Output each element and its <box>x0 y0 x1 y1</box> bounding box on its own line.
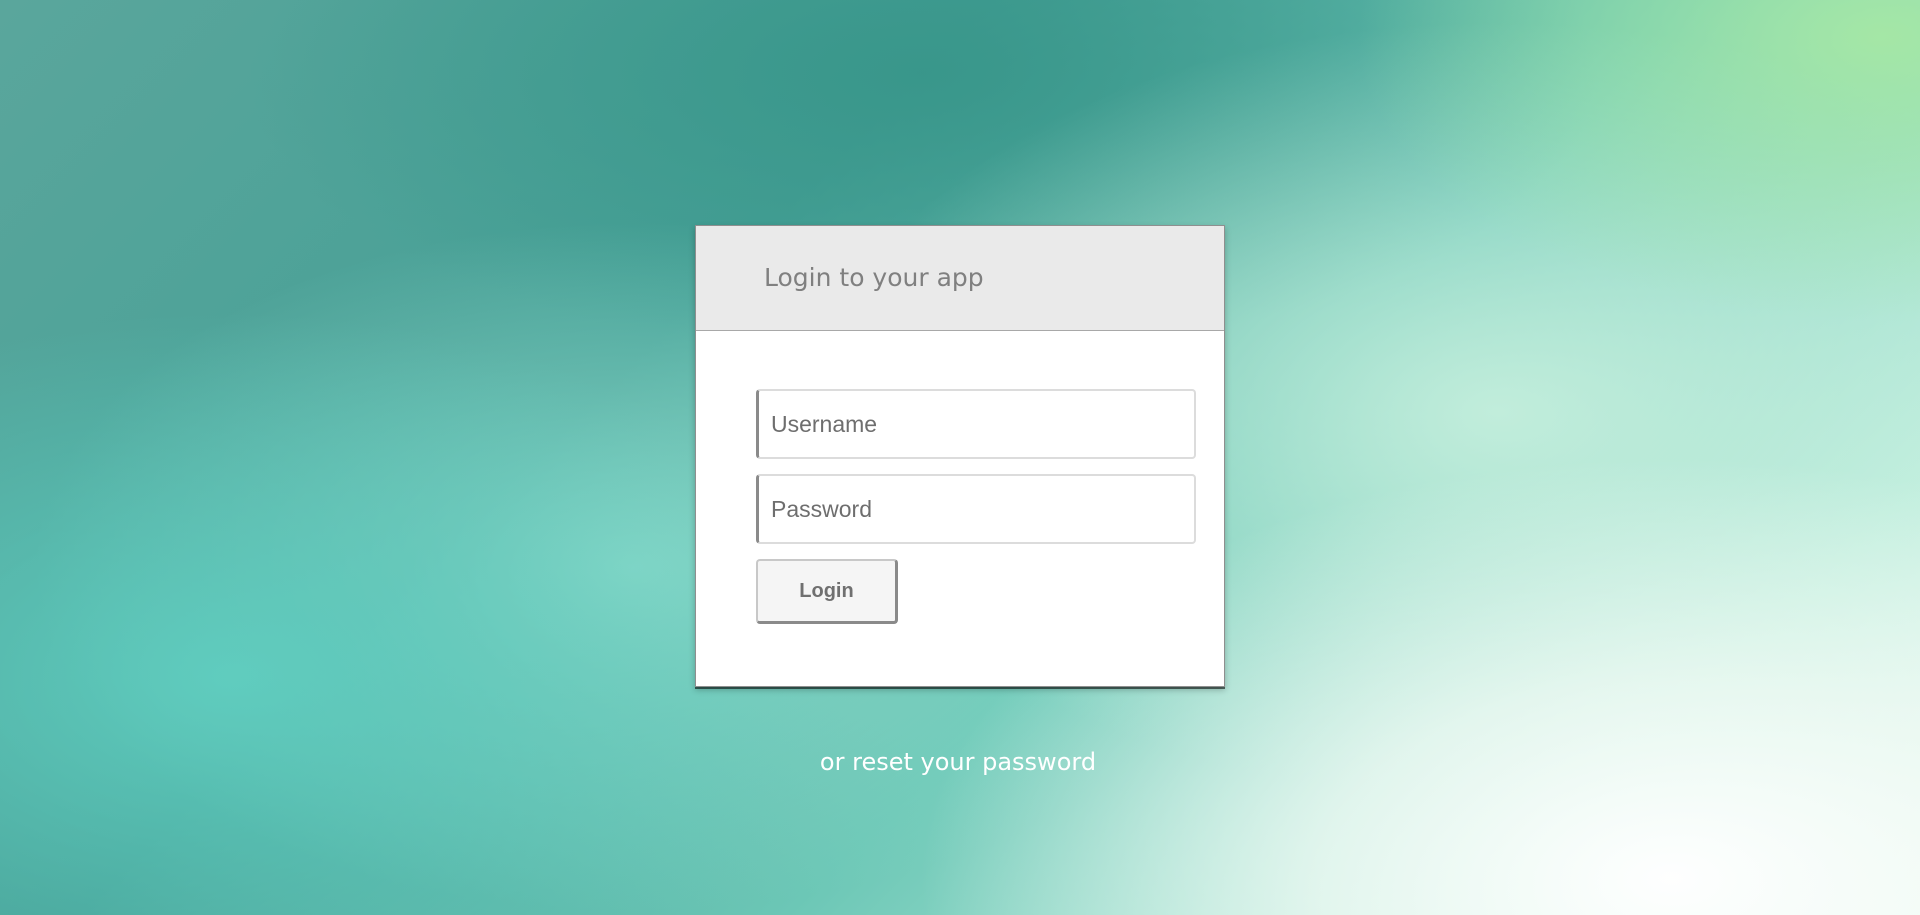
login-panel: Login to your app Login <box>695 225 1225 687</box>
reset-password-link[interactable]: or reset your password <box>820 748 1096 776</box>
login-button[interactable]: Login <box>756 559 898 624</box>
username-input[interactable] <box>756 389 1196 459</box>
reset-password-container: or reset your password <box>0 748 1920 776</box>
login-title: Login to your app <box>764 263 984 292</box>
login-panel-header: Login to your app <box>696 226 1224 331</box>
password-input[interactable] <box>756 474 1196 544</box>
